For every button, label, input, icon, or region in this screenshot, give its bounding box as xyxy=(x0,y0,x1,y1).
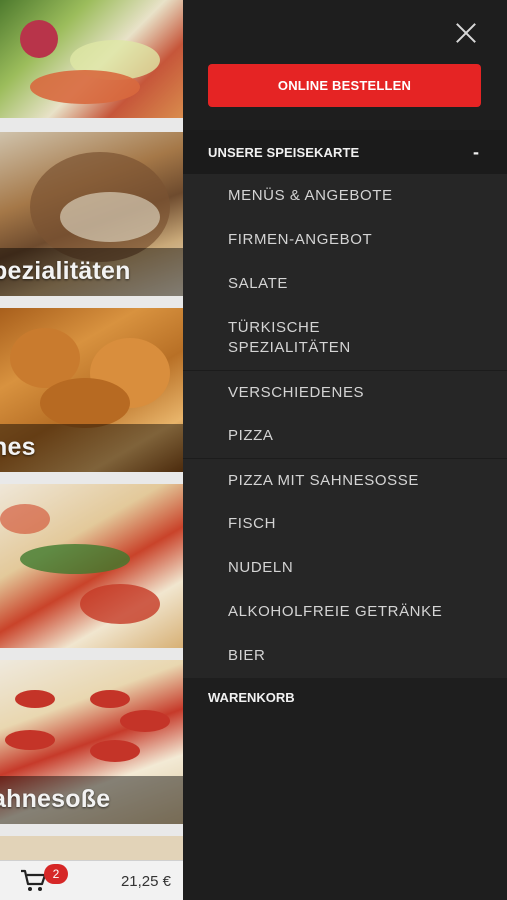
category-caption: pezialitäten xyxy=(0,257,131,285)
submenu-item-pizza-cream-sauce[interactable]: PIZZA MIT SAHNESOSSE xyxy=(183,458,507,502)
submenu-item-label: SALATE xyxy=(228,275,289,292)
submenu-item-label: MENÜS & ANGEBOTE xyxy=(228,187,393,204)
category-tile-pizza[interactable] xyxy=(0,484,183,648)
category-tile-misc[interactable]: nes xyxy=(0,308,183,472)
submenu-item-label: NUDELN xyxy=(228,559,294,576)
cart-link[interactable]: WARENKORB xyxy=(208,690,295,705)
submenu-item-salads[interactable]: SALATE xyxy=(183,262,507,306)
menu-section-title: UNSERE SPEISEKARTE xyxy=(208,145,360,160)
submenu-item-label: PIZZA MIT SAHNESOSSE xyxy=(228,472,419,489)
submenu-item-turkish-specialties[interactable]: TÜRKISCHE SPEZIALITÄTEN xyxy=(183,306,507,370)
category-tile-salad[interactable] xyxy=(0,0,183,118)
category-caption: nes xyxy=(0,433,36,461)
submenu-item-soft-drinks[interactable]: ALKOHOLFREIE GETRÄNKE xyxy=(183,590,507,634)
submenu-item-misc[interactable]: VERSCHIEDENES xyxy=(183,370,507,414)
menu-category-list: pezialitäten nes xyxy=(0,0,183,900)
menu-category-submenu: MENÜS & ANGEBOTE FIRMEN-ANGEBOT SALATE T… xyxy=(183,174,507,678)
cart-count-badge: 2 xyxy=(44,864,68,884)
submenu-item-label: VERSCHIEDENES xyxy=(228,384,365,401)
order-online-button[interactable]: ONLINE BESTELLEN xyxy=(208,64,481,107)
category-image xyxy=(0,484,183,648)
submenu-item-label: FIRMEN-ANGEBOT xyxy=(228,231,373,248)
close-icon[interactable] xyxy=(453,20,479,46)
cart-bar[interactable]: 2 21,25 € xyxy=(0,860,183,900)
submenu-item-label: BIER xyxy=(228,647,266,664)
category-tile-turkish[interactable]: pezialitäten xyxy=(0,132,183,296)
submenu-item-pizza[interactable]: PIZZA xyxy=(183,414,507,458)
submenu-item-label: FISCH xyxy=(228,515,276,532)
navigation-drawer: ONLINE BESTELLEN UNSERE SPEISEKARTE - ME… xyxy=(183,0,507,900)
app-root: pezialitäten nes xyxy=(0,0,507,900)
collapse-toggle[interactable]: - xyxy=(473,142,479,163)
submenu-item-company-offer[interactable]: FIRMEN-ANGEBOT xyxy=(183,218,507,262)
category-caption: ahnesoße xyxy=(0,785,111,813)
submenu-item-fish[interactable]: FISCH xyxy=(183,502,507,546)
submenu-item-menus-offers[interactable]: MENÜS & ANGEBOTE xyxy=(183,174,507,218)
submenu-item-label: PIZZA xyxy=(228,427,274,444)
submenu-item-beer[interactable]: BIER xyxy=(183,634,507,678)
submenu-item-label: TÜRKISCHE SPEZIALITÄTEN xyxy=(228,319,351,356)
cart-total: 21,25 € xyxy=(120,873,171,890)
submenu-item-pasta[interactable]: NUDELN xyxy=(183,546,507,590)
category-image xyxy=(0,0,183,118)
submenu-item-label: ALKOHOLFREIE GETRÄNKE xyxy=(228,603,443,620)
menu-section-header[interactable]: UNSERE SPEISEKARTE - xyxy=(183,130,507,174)
category-tile-pizza-cream[interactable]: ahnesoße xyxy=(0,660,183,824)
